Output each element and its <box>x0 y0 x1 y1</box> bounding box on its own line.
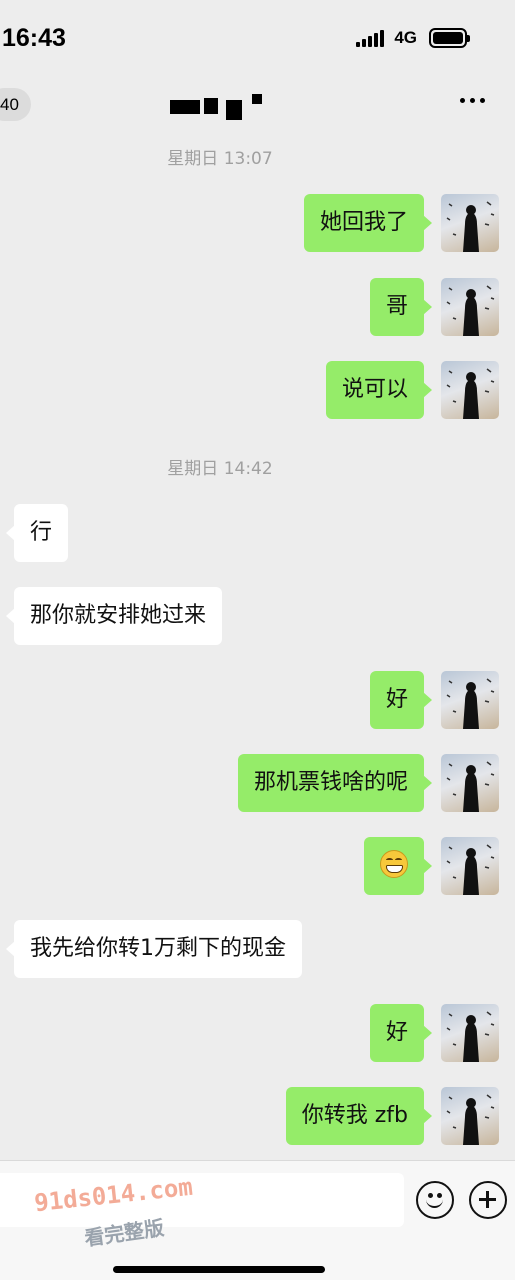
sent-message-bubble[interactable]: 好 <box>369 1004 433 1062</box>
message-list[interactable]: 星期日 13:07 她回我了哥说可以 星期日 14:42 行那你就安排她过来好那机票钱… <box>0 130 515 1160</box>
watermark-sub: 看完整版 <box>82 1215 166 1251</box>
sent-message-bubble[interactable]: 她回我了 <box>303 194 433 252</box>
avatar[interactable] <box>441 671 499 729</box>
message-input[interactable]: 91ds014.com 看完整版 <box>0 1172 404 1250</box>
status-time: 16:43 <box>2 24 66 52</box>
input-bar: 91ds014.com 看完整版 <box>0 1160 515 1280</box>
status-bar: 16:43 4G <box>0 0 515 80</box>
sent-message-bubble[interactable]: 哥 <box>369 278 433 336</box>
back-button[interactable]: 40 <box>0 88 31 121</box>
message-row-sent: 你转我 zfb <box>0 1087 515 1145</box>
status-indicators: 4G <box>356 28 470 48</box>
avatar[interactable] <box>441 754 499 812</box>
message-row-sent: 好 <box>0 1004 515 1062</box>
sent-message-bubble[interactable]: 那机票钱啥的呢 <box>237 754 433 812</box>
sent-message-bubble[interactable]: 说可以 <box>325 361 433 419</box>
sent-message-bubble[interactable]: 你转我 zfb <box>285 1087 433 1145</box>
message-row-sent: 好 <box>0 671 515 729</box>
avatar[interactable] <box>441 837 499 895</box>
time-separator: 星期日 13:07 <box>167 149 273 169</box>
watermark: 91ds014.com <box>32 1172 194 1218</box>
avatar[interactable] <box>441 361 499 419</box>
message-row-sent: 那机票钱啥的呢 <box>0 754 515 812</box>
time-separator: 星期日 14:42 <box>167 459 273 479</box>
avatar[interactable] <box>441 278 499 336</box>
received-message-bubble[interactable]: 那你就安排她过来 <box>5 587 223 645</box>
chat-title-redacted <box>170 94 280 120</box>
plus-icon[interactable] <box>469 1181 507 1219</box>
avatar[interactable] <box>441 1087 499 1145</box>
avatar[interactable] <box>441 194 499 252</box>
signal-icon <box>356 29 385 47</box>
smiley-icon[interactable] <box>416 1181 454 1219</box>
received-message-bubble[interactable]: 我先给你转1万剩下的现金 <box>6 920 302 978</box>
network-type: 4G <box>394 28 417 47</box>
grinning-face-icon <box>380 850 408 878</box>
message-row-sent: 她回我了 <box>0 194 515 252</box>
received-message-bubble[interactable]: 行 <box>5 504 69 562</box>
more-dots-icon[interactable] <box>460 98 485 103</box>
message-row-received: 那你就安排她过来 <box>0 587 515 645</box>
nav-bar: 40 <box>0 80 515 130</box>
message-row-sent: 哥 <box>0 278 515 336</box>
battery-icon <box>429 28 470 48</box>
sent-message-bubble[interactable]: 好 <box>369 671 433 729</box>
message-row-received: 行 <box>0 504 515 562</box>
message-row-sent: 说可以 <box>0 361 515 419</box>
home-indicator <box>113 1266 325 1273</box>
message-row-sent <box>0 837 515 895</box>
avatar[interactable] <box>441 1004 499 1062</box>
sent-message-bubble[interactable] <box>364 837 432 895</box>
message-row-received: 我先给你转1万剩下的现金 <box>0 920 515 978</box>
